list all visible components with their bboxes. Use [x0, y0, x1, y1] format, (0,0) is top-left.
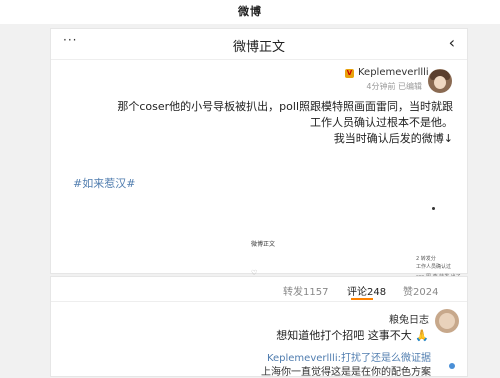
tab-forward[interactable]: 转发1157: [283, 283, 328, 298]
vip-badge-icon: V: [345, 69, 354, 78]
reply-line-2: 上海你一直觉得这是是在你的配色方案: [261, 367, 431, 378]
post-meta: 4分钟前 已编辑: [366, 82, 422, 91]
active-tab-indicator: [351, 298, 373, 300]
comment-text: 想知道他打个招吧 这事不大 🙏: [276, 329, 429, 342]
post-body: 那个coser他的小号导板被扒出，poll照跟模特照画面雷同，当时就跟 工作人员…: [73, 99, 453, 147]
avatar-face: [434, 76, 446, 89]
commenter-avatar[interactable]: [435, 309, 459, 333]
post-line: 我当时确认后发的微博↓: [333, 132, 453, 145]
embedded-dot: [432, 207, 435, 210]
author-name[interactable]: Keplemeverllli: [358, 67, 429, 78]
author-avatar[interactable]: [428, 69, 452, 93]
status-dot-icon: [449, 363, 455, 369]
app-title-bar: 微博: [0, 0, 500, 24]
commenter-name[interactable]: 粮兔日志: [351, 311, 429, 326]
reply-line: Keplemeverllli:打扰了还是么微证据: [231, 349, 431, 364]
interaction-tabs: 转发1157 评论248 赞2024: [51, 277, 467, 302]
embedded-text: 2 转发分: [416, 256, 436, 262]
back-icon[interactable]: ‹: [449, 33, 455, 52]
commenter-avatar-face: [439, 313, 455, 329]
page-title: 微博正文: [232, 40, 285, 55]
embedded-text: 微博正文: [251, 241, 276, 248]
post-header: ··· 微博正文 ‹: [51, 29, 467, 60]
post-line: 那个coser他的小号导板被扒出，poll照跟模特照画面雷同，当时就跟: [117, 100, 453, 113]
tab-like[interactable]: 赞2024: [403, 283, 438, 298]
post-card: ··· 微博正文 ‹ V Keplemeverllli 4分钟前 已编辑 那个c…: [50, 28, 468, 294]
tab-comment[interactable]: 评论248: [347, 283, 386, 298]
hashtag-link[interactable]: #如来惹汉#: [73, 175, 135, 191]
post-line: 工作人员确认过根本不是他。: [310, 116, 453, 129]
embedded-text: 工作人员确认过: [416, 264, 452, 270]
app-title: 微博: [238, 5, 262, 18]
comments-section: 转发1157 评论248 赞2024 粮兔日志 想知道他打个招吧 这事不大 🙏 …: [50, 276, 468, 378]
